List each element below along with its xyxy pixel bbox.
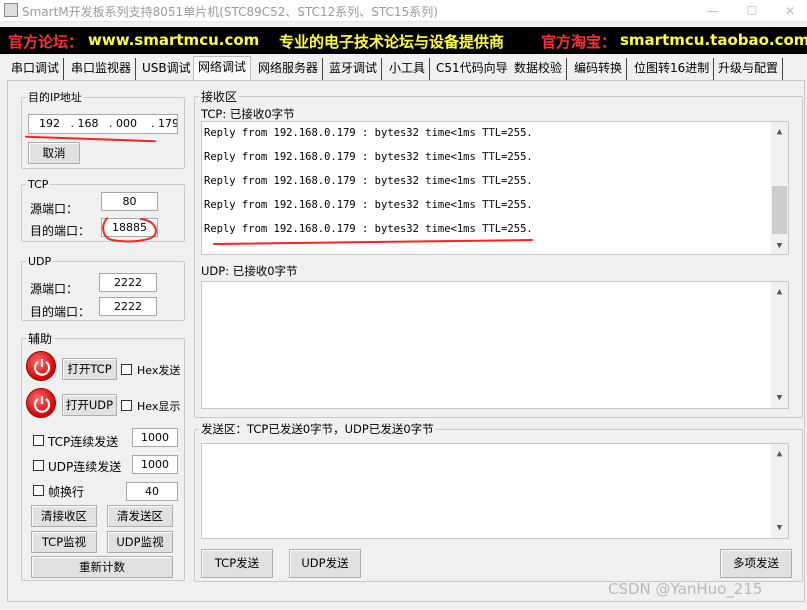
tcp-receive-textarea[interactable]: Reply from 192.168.0.179 : bytes32 time<… xyxy=(201,121,789,255)
cancel-button[interactable]: 取消 xyxy=(28,142,80,164)
tab-c51-wizard[interactable]: C51代码向导 xyxy=(432,58,513,80)
clear-send-button[interactable]: 清发送区 xyxy=(107,505,173,527)
frame-wrap-label: 帧换行 xyxy=(48,485,85,499)
tab-serial-debug[interactable]: 串口调试 xyxy=(7,58,65,80)
tcp-receive-line: Reply from 192.168.0.179 : bytes32 time<… xyxy=(204,223,533,235)
tab-encoding-convert[interactable]: 编码转换 xyxy=(570,58,628,80)
udp-power-icon[interactable] xyxy=(26,388,56,418)
banner-forum-url[interactable]: www.smartmcu.com xyxy=(88,31,259,49)
tcp-receive-line: Reply from 192.168.0.179 : bytes32 time<… xyxy=(204,199,533,211)
frame-wrap-checkbox[interactable] xyxy=(33,485,44,496)
maximize-button[interactable]: ☐ xyxy=(736,0,768,22)
target-ip-legend: 目的IP地址 xyxy=(28,91,82,104)
udp-send-button[interactable]: UDP发送 xyxy=(289,549,361,578)
hex-display-checkbox[interactable] xyxy=(121,400,132,411)
udp-repeat-label: UDP连续发送 xyxy=(48,460,122,474)
tcp-receive-line: Reply from 192.168.0.179 : bytes32 time<… xyxy=(204,151,533,163)
udp-src-port-label: 源端口： xyxy=(30,282,79,296)
tcp-repeat-checkbox[interactable] xyxy=(33,435,44,446)
tcp-power-icon[interactable] xyxy=(26,351,56,381)
tab-usb-debug[interactable]: USB调试 xyxy=(138,58,196,80)
scroll-up-icon[interactable]: ▲ xyxy=(771,284,788,300)
window-title: SmartM开发板系列支持8051单片机(STC89C52、STC12系列、ST… xyxy=(22,5,438,19)
udp-monitor-button[interactable]: UDP监视 xyxy=(107,531,173,553)
tab-bluetooth-debug[interactable]: 蓝牙调试 xyxy=(325,58,383,80)
tab-data-check[interactable]: 数据校验 xyxy=(510,58,568,80)
network-debug-panel: 目的IP地址 192 . 168 . 000 . 179 取消 TCP 源端口：… xyxy=(7,80,805,602)
tcp-repeat-label: TCP连续发送 xyxy=(48,435,119,449)
close-button[interactable]: ✕ xyxy=(774,0,806,22)
scroll-up-icon[interactable]: ▲ xyxy=(771,124,788,140)
tab-serial-monitor[interactable]: 串口监视器 xyxy=(67,58,137,80)
target-ip-input[interactable]: 192 . 168 . 000 . 179 xyxy=(28,114,178,134)
tcp-src-port-label: 源端口： xyxy=(30,202,79,216)
send-textarea[interactable]: ▲ ▼ xyxy=(201,443,789,539)
udp-dst-port-label: 目的端口： xyxy=(30,305,91,319)
tcp-monitor-button[interactable]: TCP监视 xyxy=(31,531,97,553)
tcp-legend: TCP xyxy=(28,178,49,191)
app-icon xyxy=(4,3,18,17)
tab-network-debug[interactable]: 网络调试 xyxy=(193,56,252,80)
hex-display-label: Hex显示 xyxy=(137,400,181,413)
udp-receive-header: UDP: 已接收0字节 xyxy=(201,264,298,278)
tcp-receive-line: Reply from 192.168.0.179 : bytes32 time<… xyxy=(204,127,533,139)
watermark: CSDN @YanHuo_215 xyxy=(608,580,763,598)
tcp-send-button[interactable]: TCP发送 xyxy=(201,549,273,578)
hex-send-label: Hex发送 xyxy=(137,364,181,377)
tcp-dst-port-label: 目的端口： xyxy=(30,224,91,238)
tab-bitmap-to-hex[interactable]: 位图转16进制 xyxy=(630,58,715,80)
scroll-thumb[interactable] xyxy=(772,186,787,234)
banner-slogan: 专业的电子技术论坛与设备提供商 xyxy=(279,33,505,51)
receive-legend: 接收区 xyxy=(201,90,238,104)
scroll-up-icon[interactable]: ▲ xyxy=(771,446,788,462)
open-udp-button[interactable]: 打开UDP xyxy=(62,394,117,416)
tcp-receive-header: TCP: 已接收0字节 xyxy=(201,107,295,121)
tab-tools[interactable]: 小工具 xyxy=(385,58,431,80)
tcp-receive-scrollbar[interactable]: ▲ ▼ xyxy=(771,122,788,254)
frame-wrap-input[interactable]: 40 xyxy=(126,482,178,501)
hex-send-checkbox[interactable] xyxy=(121,364,132,375)
tcp-repeat-interval-input[interactable]: 1000 xyxy=(132,428,178,447)
scroll-down-icon[interactable]: ▼ xyxy=(771,520,788,536)
udp-receive-textarea[interactable]: ▲ ▼ xyxy=(201,281,789,409)
udp-dst-port-input[interactable]: 2222 xyxy=(99,297,157,316)
reset-count-button[interactable]: 重新计数 xyxy=(31,556,173,578)
udp-legend: UDP xyxy=(28,255,52,268)
banner: 官方论坛： www.smartmcu.com 专业的电子技术论坛与设备提供商 官… xyxy=(0,27,807,54)
annotation-circle-dst-port xyxy=(102,217,157,243)
banner-shop-url[interactable]: smartmcu.taobao.com xyxy=(620,31,807,49)
banner-shop-label: 官方淘宝： xyxy=(541,33,617,51)
tab-bar: 串口调试 串口监视器 USB调试 网络调试 网络服务器 蓝牙调试 小工具 C51… xyxy=(7,56,799,80)
udp-receive-scrollbar[interactable]: ▲ ▼ xyxy=(771,282,788,408)
tab-upgrade-config[interactable]: 升级与配置 xyxy=(714,58,784,80)
minimize-button[interactable]: — xyxy=(697,0,729,22)
udp-src-port-input[interactable]: 2222 xyxy=(99,273,157,292)
scroll-down-icon[interactable]: ▼ xyxy=(771,390,788,406)
title-bar: SmartM开发板系列支持8051单片机(STC89C52、STC12系列、ST… xyxy=(0,0,807,22)
clear-receive-button[interactable]: 清接收区 xyxy=(31,505,97,527)
tcp-receive-line: Reply from 192.168.0.179 : bytes32 time<… xyxy=(204,175,533,187)
multi-send-button[interactable]: 多项发送 xyxy=(720,549,792,578)
send-scrollbar[interactable]: ▲ ▼ xyxy=(771,444,788,538)
udp-repeat-checkbox[interactable] xyxy=(33,460,44,471)
scroll-down-icon[interactable]: ▼ xyxy=(771,238,788,254)
send-legend: 发送区：TCP已发送0字节，UDP已发送0字节 xyxy=(201,422,434,436)
aux-legend: 辅助 xyxy=(28,332,53,346)
tab-network-server[interactable]: 网络服务器 xyxy=(254,58,324,80)
udp-repeat-interval-input[interactable]: 1000 xyxy=(132,455,178,474)
open-tcp-button[interactable]: 打开TCP xyxy=(62,358,117,380)
banner-forum-label: 官方论坛： xyxy=(8,33,84,51)
tcp-src-port-input[interactable]: 80 xyxy=(101,192,158,211)
